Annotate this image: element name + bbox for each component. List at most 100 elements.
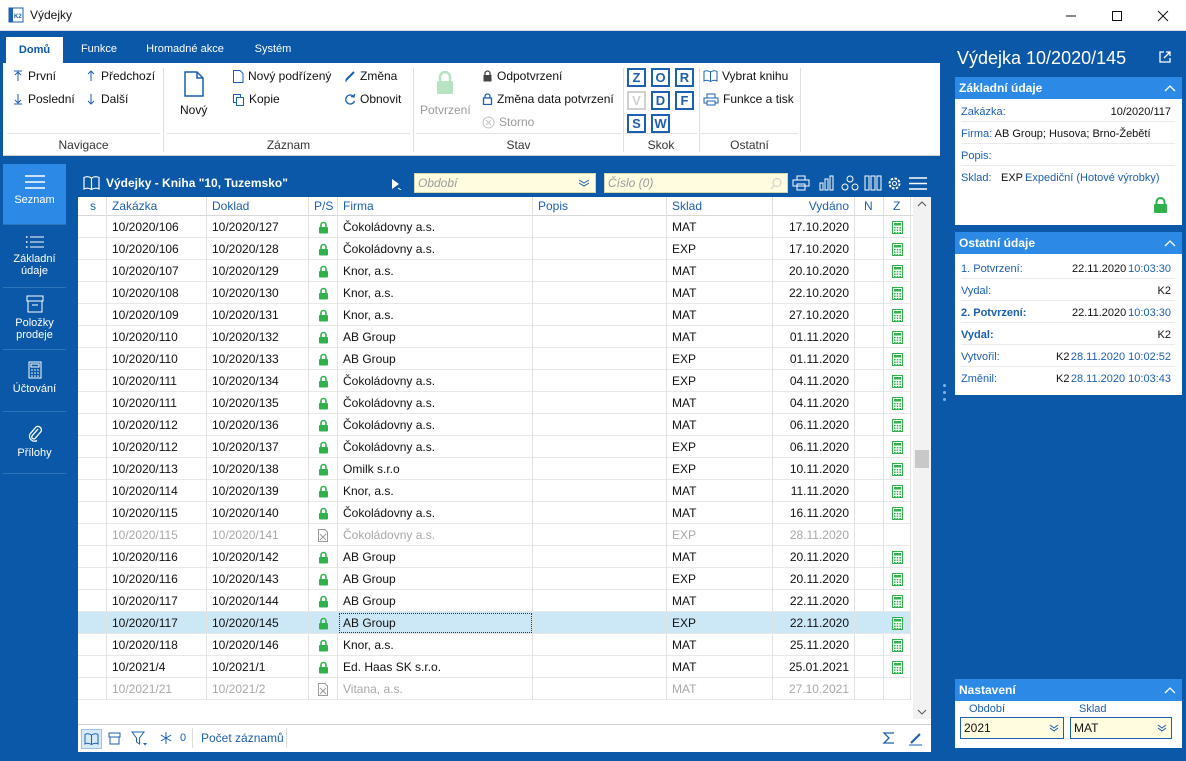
table-row[interactable]: 10/2020/111 10/2020/134 Čokoládovny a.s. EX… [78,370,911,392]
change-confirm-date-button[interactable]: Změna data potvrzení [482,92,614,106]
col-header-s[interactable]: s [78,197,107,216]
maximize-button[interactable] [1094,0,1140,31]
menu-icon[interactable] [908,176,928,191]
table-row[interactable]: 10/2020/118 10/2020/146 Knor, a.s. MAT 25.11… [78,634,911,656]
scroll-up-icon[interactable] [917,201,927,207]
gear-icon[interactable] [886,175,903,192]
print-icon[interactable] [792,175,810,191]
table-row[interactable]: 10/2020/117 10/2020/145 AB Group EXP 22.11.2… [78,612,911,634]
table-row[interactable]: 10/2020/113 10/2020/138 Omilk s.r.o EXP 10.1… [78,458,911,480]
col-header-ps[interactable]: P/S [309,197,338,216]
minimize-button[interactable] [1048,0,1094,31]
jump-z-button[interactable]: Z [627,68,646,87]
collapse-icon[interactable] [1164,84,1176,92]
search-icon[interactable] [770,177,783,190]
col-header-doklad[interactable]: Doklad [207,197,309,216]
col-header-sklad[interactable]: Sklad [667,197,773,216]
col-header-n[interactable]: N [855,197,884,216]
table-row[interactable]: 10/2020/109 10/2020/131 Knor, a.s. MAT 27.10… [78,304,911,326]
book-icon[interactable] [83,176,100,190]
functions-print-button[interactable]: Funkce a tisk [703,92,794,106]
table-row[interactable]: 10/2020/112 10/2020/137 Čokoládovny a.s. EX… [78,436,911,458]
number-filter-input[interactable]: Číslo (0) [604,173,788,193]
table-row[interactable]: 10/2020/115 10/2020/140 Čokoládovny a.s. MA… [78,502,911,524]
jump-r-button[interactable]: R [675,68,694,87]
table-row[interactable]: 10/2020/115 10/2020/141 Čokoládovny a.s. EX… [78,524,911,546]
col-header-firma[interactable]: Firma [338,197,533,216]
table-row[interactable]: 10/2020/117 10/2020/144 AB Group MAT 22.11.2… [78,590,911,612]
nav-uctovani[interactable]: Účtování [3,351,66,412]
select-book-button[interactable]: Vybrat knihu [703,69,788,83]
tab-hromadne-akce[interactable]: Hromadné akce [137,34,233,63]
table-row[interactable]: 10/2020/111 10/2020/135 Čokoládovny a.s. MA… [78,392,911,414]
archive-icon[interactable] [108,732,121,745]
columns-icon[interactable] [864,175,882,191]
double-chevron-down-icon[interactable] [578,179,590,187]
period-select[interactable]: 2021 [960,717,1064,739]
table-row[interactable]: 10/2020/116 10/2020/142 AB Group MAT 20.11.2… [78,546,911,568]
period-filter-input[interactable]: Období [414,173,596,193]
table-row[interactable]: 10/2020/108 10/2020/130 Knor, a.s. MAT 22.10… [78,282,911,304]
new-button[interactable]: Nový [180,71,207,117]
nav-polozky-prodeje[interactable]: Položky prodeje [3,289,66,350]
jump-w-button[interactable]: W [651,114,670,133]
table-row[interactable]: 10/2020/106 10/2020/128 Čokoládovny a.s. EX… [78,238,911,260]
book-view-icon[interactable] [81,729,102,749]
last-button[interactable]: Poslední [12,92,75,106]
settings-header[interactable]: Nastavení [955,679,1182,701]
table-row[interactable]: 10/2021/4 10/2021/1 Ed. Haas SK s.r.o. MAT 2… [78,656,911,678]
col-header-popis[interactable]: Popis [533,197,667,216]
scroll-thumb[interactable] [915,450,929,468]
table-row[interactable]: 10/2020/116 10/2020/143 AB Group EXP 20.11.2… [78,568,911,590]
col-header-vydano[interactable]: Vydáno [773,197,855,216]
change-button[interactable]: Změna [344,69,397,83]
jump-f-button[interactable]: F [675,91,694,110]
jump-d-button[interactable]: D [651,91,670,110]
confirm-button[interactable]: Potvrzení [420,71,471,117]
table-row[interactable]: 10/2020/110 10/2020/132 AB Group MAT 01.11.2… [78,326,911,348]
snowflake-icon[interactable] [159,731,173,745]
basic-info-header[interactable]: Základní údaje [955,77,1182,99]
hierarchy-icon[interactable] [841,175,859,191]
copy-button[interactable]: Kopie [232,92,280,106]
panel-splitter[interactable] [940,34,950,761]
jump-v-button[interactable]: V [627,91,646,110]
table-row[interactable]: 10/2020/107 10/2020/129 Knor, a.s. MAT 20.10… [78,260,911,282]
table-row[interactable]: 10/2020/110 10/2020/133 AB Group EXP 01.11.2… [78,348,911,370]
nav-prilohy[interactable]: Přílohy [3,413,66,474]
close-button[interactable] [1140,0,1186,31]
table-row[interactable]: 10/2021/21 10/2021/2 Vitana, a.s. MAT 27.10.… [78,678,911,700]
unconfirm-button[interactable]: Odpotvrzení [482,69,562,83]
vertical-scrollbar[interactable] [913,197,931,719]
refresh-button[interactable]: Obnovit [344,92,401,106]
table-row[interactable]: 10/2020/112 10/2020/136 Čokoládovny a.s. MA… [78,414,911,436]
tab-system[interactable]: Systém [243,34,303,63]
table-row[interactable]: 10/2020/114 10/2020/139 Knor, a.s. MAT 11.11… [78,480,911,502]
jump-s-button[interactable]: S [627,114,646,133]
tab-domu[interactable]: Domů [6,37,63,63]
nav-zakladni-udaje[interactable]: Základní údaje [3,226,66,288]
collapse-icon[interactable] [1164,239,1176,247]
col-header-zakazka[interactable]: Zakázka [107,197,207,216]
next-button[interactable]: Další [85,92,128,106]
scroll-down-icon[interactable] [917,709,927,715]
table-row[interactable]: 10/2020/106 10/2020/127 Čokoládovny a.s. MA… [78,216,911,238]
col-header-z[interactable]: Z [884,197,911,216]
sigma-icon[interactable] [882,731,896,745]
sklad-select[interactable]: MAT [1070,717,1172,739]
storno-button[interactable]: Storno [482,115,534,129]
tab-funkce[interactable]: Funkce [69,34,129,63]
nav-seznam[interactable]: Seznam [3,164,66,225]
previous-button[interactable]: Předchozí [85,69,155,83]
record-count-button[interactable]: Počet záznamů [201,731,284,745]
play-arrow-icon[interactable] [390,178,402,190]
first-button[interactable]: První [12,69,56,83]
new-child-button[interactable]: Nový podřízený [232,69,331,83]
edit-pen-icon[interactable] [908,731,923,746]
collapse-icon[interactable] [1164,686,1176,694]
jump-o-button[interactable]: O [651,68,670,87]
other-info-header[interactable]: Ostatní údaje [955,232,1182,254]
bar-chart-icon[interactable] [818,175,836,191]
filter-icon[interactable] [131,731,148,746]
external-link-icon[interactable] [1158,50,1172,64]
